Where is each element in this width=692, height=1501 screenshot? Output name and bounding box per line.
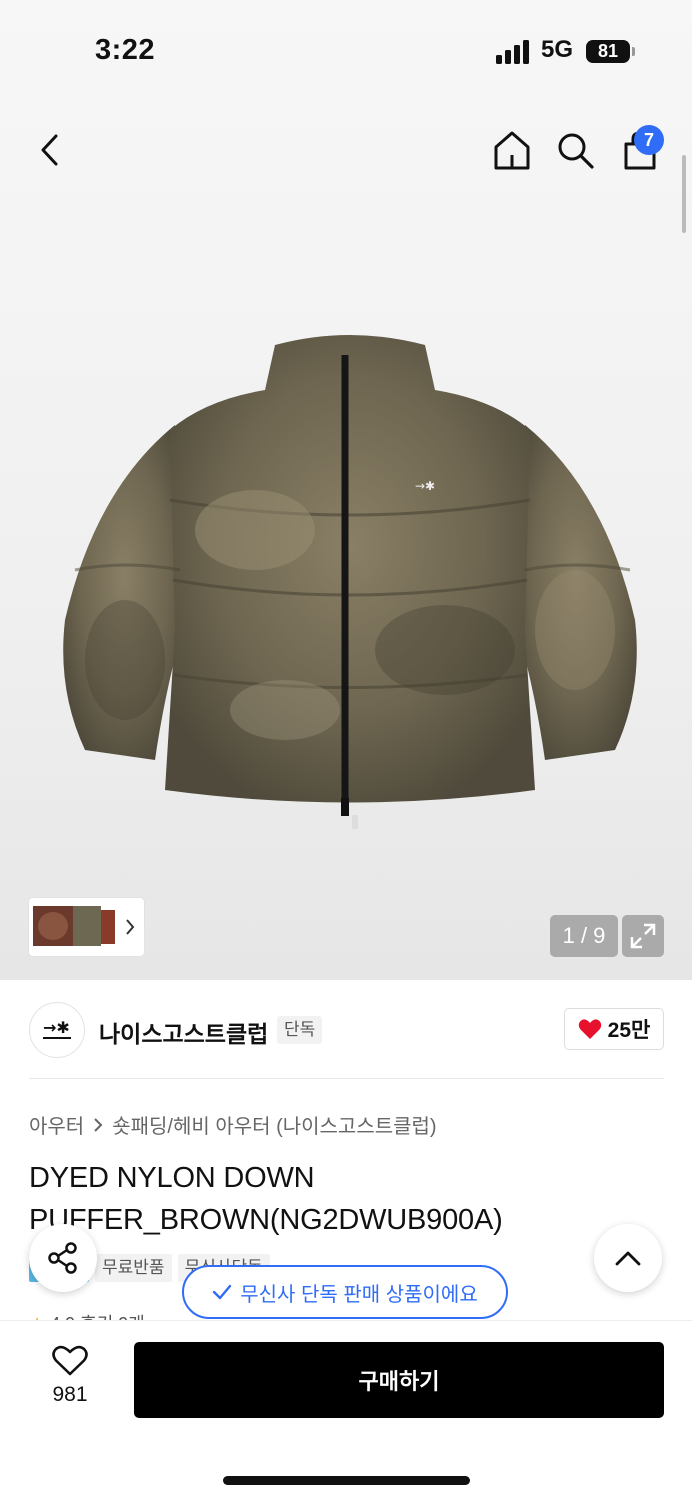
- toast-text: 무신사 단독 판매 상품이에요: [240, 1283, 478, 1306]
- chevron-right-icon: [94, 1117, 103, 1132]
- home-button[interactable]: [490, 128, 534, 172]
- share-icon: [48, 1242, 77, 1274]
- search-icon: [558, 133, 594, 169]
- exclusive-tag: 단독: [277, 1016, 323, 1044]
- color-thumbnails: [33, 906, 135, 946]
- heart-outline-icon: [52, 1345, 88, 1376]
- battery-level: 81: [597, 41, 619, 61]
- home-indicator: [223, 1476, 470, 1485]
- brand-like-count: 25만: [607, 1019, 651, 1042]
- svg-text:→✱: →✱: [415, 479, 435, 493]
- scroll-top-button[interactable]: [594, 1224, 662, 1292]
- brand-name[interactable]: 나이스고스트클럽: [99, 1015, 268, 1049]
- product-title: DYED NYLON DOWN PUFFER_BROWN(NG2DWUB900A…: [29, 1162, 503, 1236]
- status-bar: 3:22 5G 81: [0, 0, 692, 100]
- heart-filled-icon: [578, 1019, 601, 1039]
- back-button[interactable]: [30, 128, 70, 172]
- breadcrumb: 아우터 숏패딩/헤비 아우터 (나이스고스트클럽): [29, 1110, 437, 1139]
- chevron-left-icon: [41, 134, 58, 166]
- network-label: 5G: [541, 36, 574, 63]
- product-photo[interactable]: →✱: [55, 330, 645, 840]
- fullscreen-button[interactable]: [622, 915, 664, 957]
- battery-tip: [632, 47, 635, 56]
- buy-button[interactable]: 구매하기: [134, 1342, 664, 1418]
- chevron-right-icon: [126, 919, 135, 935]
- brand-logo[interactable]: →✱: [29, 1002, 85, 1058]
- divider: [29, 1078, 664, 1079]
- brand-like-button[interactable]: 25만: [564, 1008, 664, 1050]
- color-thumbnail-strip[interactable]: [29, 898, 144, 956]
- home-icon: [494, 131, 530, 170]
- brand-logo-icon: →✱: [43, 1018, 71, 1039]
- signal-icon: [496, 40, 529, 64]
- svg-text:→✱: →✱: [43, 1018, 70, 1037]
- search-button[interactable]: [553, 128, 597, 172]
- free-return-tag: 무료반품: [95, 1254, 172, 1282]
- share-button[interactable]: [29, 1224, 97, 1292]
- check-icon: [213, 1284, 232, 1300]
- expand-icon: [630, 923, 656, 949]
- image-counter: 1 / 9: [550, 915, 618, 957]
- exclusive-toast: 무신사 단독 판매 상품이에요: [182, 1265, 508, 1319]
- battery-icon: 81: [586, 40, 630, 63]
- scrollbar[interactable]: [682, 155, 686, 233]
- cart-count-badge: 7: [634, 125, 664, 155]
- breadcrumb-category[interactable]: 아우터: [29, 1110, 84, 1139]
- wishlist-button[interactable]: 981: [29, 1345, 111, 1415]
- chevron-up-icon: [615, 1251, 641, 1266]
- breadcrumb-subcategory[interactable]: 숏패딩/헤비 아우터 (나이스고스트클럽): [112, 1110, 436, 1139]
- status-time: 3:22: [95, 34, 156, 66]
- wishlist-count: 981: [52, 1383, 88, 1406]
